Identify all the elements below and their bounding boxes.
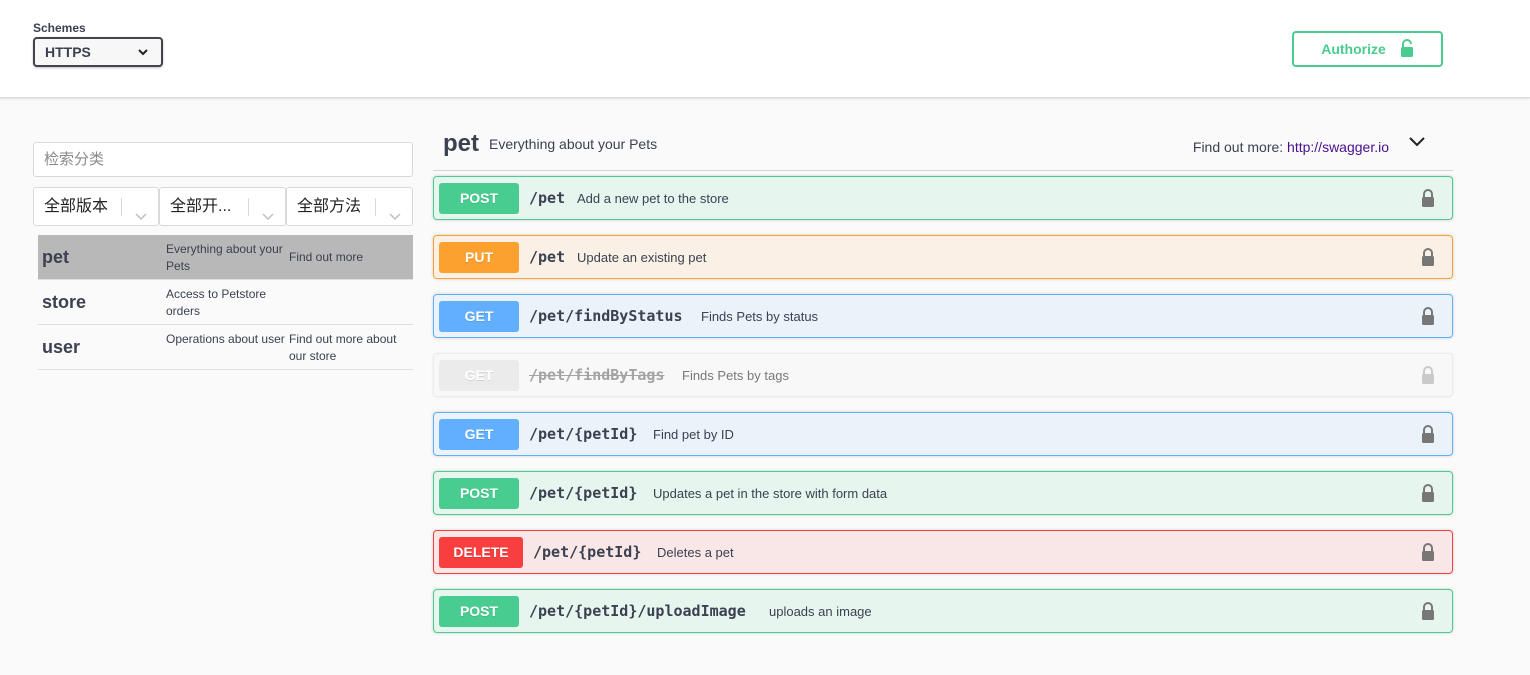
lock-icon[interactable] (1421, 307, 1435, 330)
operation-summary: Finds Pets by tags (682, 368, 789, 383)
operation-post-petid[interactable]: POST /pet/{petId} Updates a pet in the s… (433, 471, 1453, 515)
chevron-down-icon (261, 200, 275, 237)
chevron-down-icon (134, 200, 148, 237)
lock-icon[interactable] (1421, 543, 1435, 566)
section-title: pet (443, 130, 479, 157)
operation-get-petid[interactable]: GET /pet/{petId} Find pet by ID (433, 412, 1453, 456)
method-badge: POST (439, 478, 519, 509)
lock-icon[interactable] (1421, 484, 1435, 507)
schemes-label: Schemes (33, 21, 86, 35)
method-filter-label: 全部方法 (297, 198, 362, 215)
chevron-down-icon (388, 200, 402, 237)
tag-name: user (42, 337, 81, 357)
operation-path: /pet/findByTags (529, 366, 665, 384)
tag-name: store (42, 292, 87, 312)
lock-icon[interactable] (1421, 248, 1435, 271)
operation-delete-petid[interactable]: DELETE /pet/{petId} Deletes a pet (433, 530, 1453, 574)
method-badge: POST (439, 596, 519, 627)
method-badge: GET (439, 360, 519, 391)
find-out-more-label: Find out more: (1192, 139, 1284, 155)
operation-summary: Find pet by ID (653, 427, 734, 442)
operation-post-pet[interactable]: POST /pet Add a new pet to the store (433, 176, 1453, 220)
method-badge: POST (439, 183, 519, 214)
method-badge: PUT (439, 242, 519, 273)
search-placeholder: 检索分类 (44, 151, 105, 168)
authorize-button[interactable]: Authorize (1292, 31, 1443, 67)
filter-separator (375, 198, 376, 216)
tag-description: Everything about your Pets (166, 242, 283, 273)
tag-list: pet Everything about your Pets Find out … (38, 235, 413, 370)
tag-row-store[interactable]: store Access to Petstore orders (38, 280, 413, 325)
open-filter-label: 全部开... (170, 198, 232, 215)
operation-put-pet[interactable]: PUT /pet Update an existing pet (433, 235, 1453, 279)
scheme-select[interactable]: HTTPS (33, 37, 163, 67)
method-filter[interactable]: 全部方法 (286, 187, 413, 226)
version-filter-label: 全部版本 (44, 198, 109, 215)
operation-get-findbystatus[interactable]: GET /pet/findByStatus Finds Pets by stat… (433, 294, 1453, 338)
chevron-down-icon[interactable] (1407, 132, 1427, 157)
tag-description: Access to Petstore orders (166, 287, 267, 318)
operation-post-uploadimage[interactable]: POST /pet/{petId}/uploadImage uploads an… (433, 589, 1453, 633)
lock-icon[interactable] (1421, 425, 1435, 448)
chevron-down-icon (137, 45, 149, 61)
operation-summary: uploads an image (769, 604, 872, 619)
operation-summary: Update an existing pet (577, 250, 707, 265)
method-badge: DELETE (439, 537, 523, 568)
find-out-more-link[interactable]: http://swagger.io (1287, 139, 1389, 155)
operation-path: /pet/findByStatus (529, 307, 683, 325)
method-badge: GET (439, 301, 519, 332)
operation-path: /pet/{petId} (529, 425, 638, 443)
lock-icon[interactable] (1421, 602, 1435, 625)
scheme-select-value: HTTPS (45, 44, 91, 60)
operation-path: /pet (529, 189, 566, 207)
tag-row-user[interactable]: user Operations about user Find out more… (38, 325, 413, 370)
tag-name: pet (42, 247, 69, 267)
tag-row-pet[interactable]: pet Everything about your Pets Find out … (38, 235, 413, 280)
unlock-icon (1400, 38, 1414, 60)
operation-path: /pet/{petId}/uploadImage (529, 602, 746, 620)
search-input[interactable]: 检索分类 (33, 142, 413, 177)
tag-description: Operations about user (166, 332, 285, 346)
operation-summary: Finds Pets by status (701, 309, 819, 324)
operation-summary: Deletes a pet (657, 545, 734, 560)
operation-get-findbytags[interactable]: GET /pet/findByTags Finds Pets by tags (433, 353, 1453, 397)
find-out-more: Find out more: http://swagger.io (1193, 139, 1389, 155)
authorize-label: Authorize (1321, 41, 1386, 57)
lock-icon[interactable] (1421, 366, 1435, 389)
open-filter[interactable]: 全部开... (159, 187, 286, 226)
operation-summary: Add a new pet to the store (577, 191, 729, 206)
tag-more-link[interactable]: Find out more about our store (289, 331, 413, 365)
lock-icon[interactable] (1421, 189, 1435, 212)
section-description: Everything about your Pets (489, 136, 658, 152)
operation-path: /pet/{petId} (533, 543, 642, 561)
filter-separator (121, 198, 122, 216)
tag-more-link[interactable]: Find out more (289, 249, 413, 266)
method-badge: GET (439, 419, 519, 450)
version-filter[interactable]: 全部版本 (33, 187, 159, 226)
operation-summary: Updates a pet in the store with form dat… (653, 486, 888, 501)
operation-path: /pet (529, 248, 566, 266)
section-header[interactable]: pet Everything about your Pets Find out … (433, 122, 1453, 171)
operation-path: /pet/{petId} (529, 484, 638, 502)
filter-separator (248, 198, 249, 216)
top-bar: Schemes HTTPS Authorize (0, 0, 1530, 98)
